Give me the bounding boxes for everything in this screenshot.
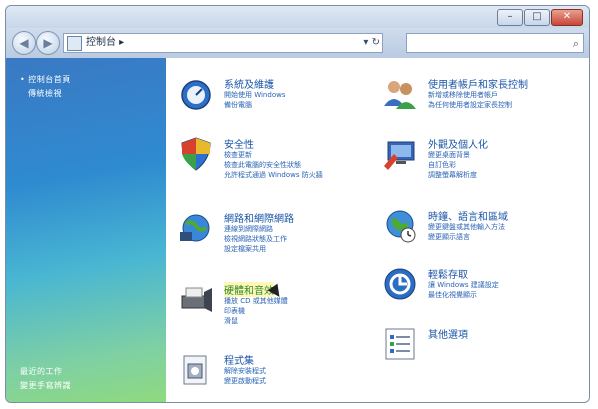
appearance-icon [384,141,415,170]
category-link[interactable]: 變更顯示語言 [428,232,470,242]
forward-button[interactable]: ▶ [36,31,60,55]
category-title[interactable]: 硬體和音效 [224,282,274,297]
network-icon [180,214,210,242]
category-link[interactable]: 檢視網路狀態及工作 [224,234,287,244]
navigation-bar: ◀ ▶ 控制台 ▸ ▾ ↻ ⌕ [6,28,589,58]
programs-icon [183,355,207,385]
control-panel-icon [67,36,82,51]
options-list-icon [385,328,415,360]
sidebar: • 控制台首頁 傳統檢視 最近的工作 變更手寫辨識 [6,58,166,402]
control-panel-window: – □ ✕ ◀ ▶ 控制台 ▸ ▾ ↻ ⌕ • 控制台首頁 傳統檢視 最近的工作… [5,5,590,403]
category-link[interactable]: 檢查更新 [224,150,252,160]
category-link[interactable]: 備份電腦 [224,100,252,110]
ease-of-access-icon [384,268,416,300]
category-panel: 系統及維護 開始使用 Windows 備份電腦 使用者帳戶和家長控制 新增或移除… [166,58,589,402]
address-bar[interactable]: 控制台 ▸ ▾ ↻ [63,33,383,53]
category-title[interactable]: 輕鬆存取 [428,266,468,281]
search-icon[interactable]: ⌕ [573,37,579,51]
category-link[interactable]: 允許程式通過 Windows 防火牆 [224,170,323,180]
category-title[interactable]: 程式集 [224,352,254,367]
system-maintenance-icon [181,80,211,110]
category-link[interactable]: 開始使用 Windows [224,90,285,100]
category-link[interactable]: 變更桌面背景 [428,150,470,160]
close-button[interactable]: ✕ [551,9,583,26]
refresh-button[interactable]: ▾ ↻ [363,34,380,52]
category-link[interactable]: 讓 Windows 建議設定 [428,280,499,290]
minimize-button[interactable]: – [497,9,523,26]
printer-speaker-icon [181,287,212,312]
sidebar-item-home[interactable]: • 控制台首頁 [20,74,71,85]
category-title[interactable]: 網路和網際網路 [224,210,294,225]
category-link[interactable]: 設定檔案共用 [224,244,266,254]
category-link[interactable]: 滑鼠 [224,316,238,326]
back-button[interactable]: ◀ [12,31,36,55]
maximize-button[interactable]: □ [524,9,550,26]
sidebar-item-classic-view[interactable]: 傳統檢視 [28,88,62,99]
shield-icon [181,137,211,171]
category-title[interactable]: 外觀及個人化 [428,136,488,151]
address-breadcrumb[interactable]: 控制台 ▸ [86,34,124,52]
category-link[interactable]: 解除安裝程式 [224,366,266,376]
category-title[interactable]: 安全性 [224,136,254,151]
category-link[interactable]: 新增或移除使用者帳戶 [428,90,498,100]
category-link[interactable]: 調整螢幕解析度 [428,170,477,180]
category-link[interactable]: 自訂色彩 [428,160,456,170]
category-link[interactable]: 連線到網際網路 [224,224,273,234]
sidebar-item-recent-tasks[interactable]: 最近的工作 [20,366,63,377]
users-icon [384,81,416,109]
category-link[interactable]: 變更鍵盤或其他輸入方法 [428,222,505,232]
category-title[interactable]: 系統及維護 [224,76,274,91]
category-link[interactable]: 為任何使用者設定家長控制 [428,100,512,110]
category-title[interactable]: 時鐘、語言和區域 [428,208,508,223]
category-link[interactable]: 檢查此電腦的安全性狀態 [224,160,301,170]
category-title[interactable]: 使用者帳戶和家長控制 [428,76,528,91]
search-input[interactable]: ⌕ [406,33,584,53]
globe-clock-icon [386,210,416,243]
sidebar-item-handwriting[interactable]: 變更手寫辨識 [20,380,71,391]
category-link[interactable]: 印表機 [224,306,245,316]
category-link[interactable]: 變更啟動程式 [224,376,266,386]
category-title[interactable]: 其他選項 [428,326,468,341]
category-link[interactable]: 最佳化視覺顯示 [428,290,477,300]
